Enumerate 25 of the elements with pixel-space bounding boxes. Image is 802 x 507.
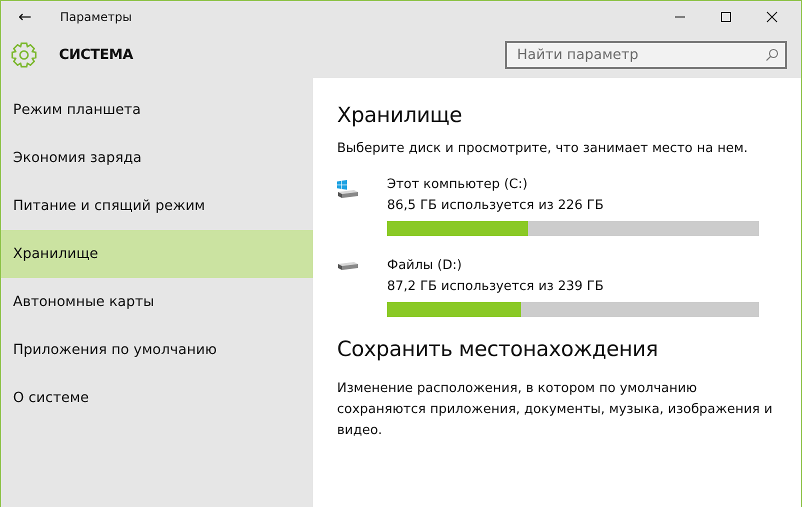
maximize-icon[interactable] xyxy=(720,10,732,22)
page-title: Хранилище xyxy=(337,103,464,127)
usage-text: 87,2 ГБ используется из 239 ГБ xyxy=(387,278,605,296)
sidebar-item[interactable]: Приложения по умолчанию xyxy=(1,326,313,374)
sidebar-item[interactable]: Режим планшета xyxy=(1,86,313,134)
sidebar-item[interactable]: Хранилище xyxy=(1,230,313,278)
description-text: Выберите диск и просмотрите, что занимает место на нем. xyxy=(337,141,749,156)
sidebar-item[interactable]: О системе xyxy=(1,374,313,422)
description-text: Изменение расположения, в котором по умолчанию сохраняются приложения, документы, музыка, изображения и видео. xyxy=(337,380,774,440)
section-title: СИСТЕМА xyxy=(59,47,134,63)
sidebar-item[interactable]: Питание и спящий режим xyxy=(1,182,313,230)
sidebar-item[interactable]: Экономия заряда xyxy=(1,134,313,182)
drive-name[interactable]: Этот компьютер (C:) xyxy=(387,174,777,195)
drive-icon xyxy=(337,261,359,271)
back-button[interactable]: ← xyxy=(1,1,49,32)
search-field[interactable]: Найти параметр xyxy=(505,41,787,69)
close-icon[interactable] xyxy=(766,10,778,22)
gear-icon xyxy=(11,42,37,68)
drive-name[interactable]: Файлы (D:) xyxy=(387,255,777,276)
window-title: Параметры xyxy=(60,10,132,24)
sidebar-item[interactable]: Автономные карты xyxy=(1,278,313,326)
usage-text: 86,5 ГБ используется из 226 ГБ xyxy=(387,197,605,215)
section-heading: Сохранить местонахождения xyxy=(337,337,659,361)
drive-icon xyxy=(337,180,359,199)
search-icon[interactable] xyxy=(765,48,779,62)
